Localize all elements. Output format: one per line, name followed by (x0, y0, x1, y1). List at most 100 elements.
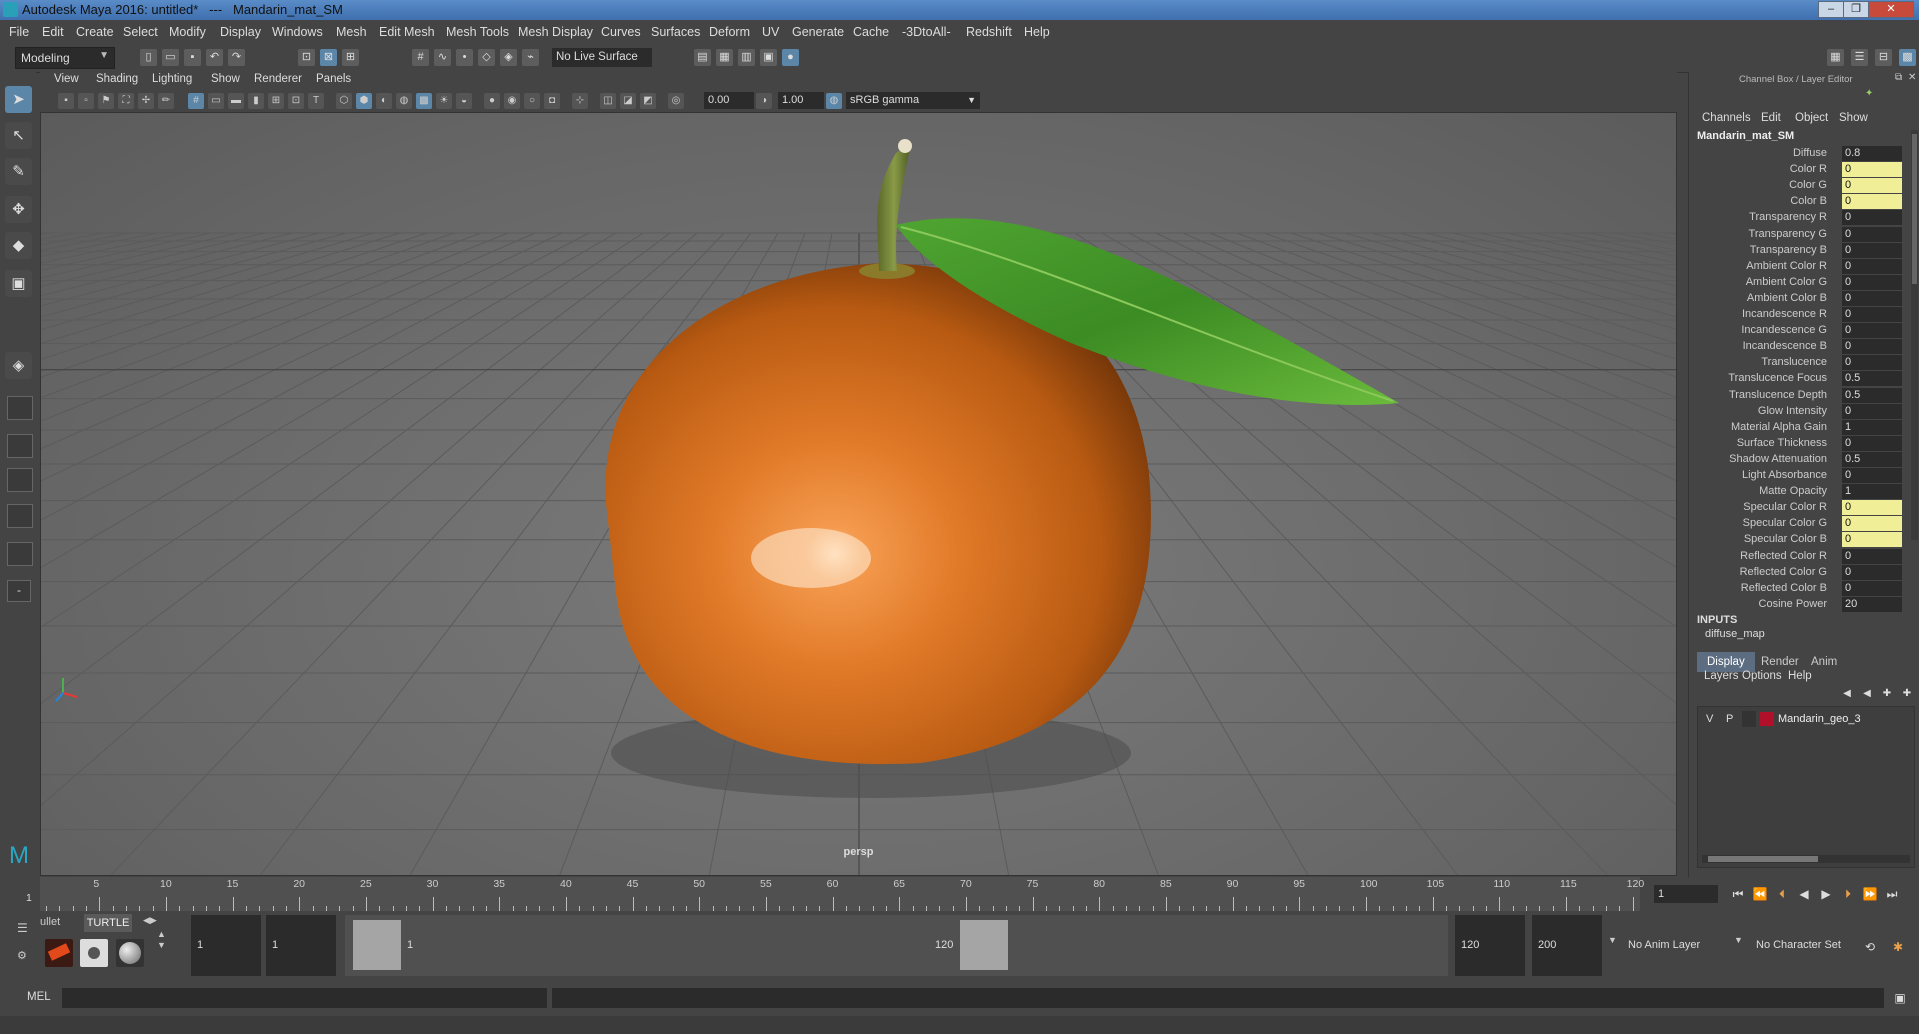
attribute-row[interactable]: Light Absorbance 0 (1689, 468, 1909, 484)
attribute-row[interactable]: Shadow Attenuation 0.5 (1689, 451, 1909, 468)
animation-start-field[interactable]: 1 (191, 915, 261, 976)
range-slider-track[interactable]: 1 120 (345, 915, 1448, 976)
move-layer-down-icon[interactable]: ◀ (1859, 686, 1875, 702)
attribute-row[interactable]: Incandescence B 0 (1689, 339, 1909, 355)
attribute-value-field[interactable]: 20 (1842, 596, 1902, 612)
attribute-row[interactable]: Material Alpha Gain 1 (1689, 419, 1909, 436)
scale-tool-icon[interactable]: ▣ (5, 270, 32, 297)
attribute-label[interactable]: Glow Intensity (1758, 405, 1827, 417)
snap-grid-icon[interactable]: # (412, 49, 429, 66)
two-d-pan-icon[interactable]: ✢ (138, 93, 154, 109)
redo-icon[interactable]: ↷ (228, 49, 245, 66)
snap-live-icon[interactable]: ◈ (500, 49, 517, 66)
rotate-tool-icon[interactable]: ◆ (5, 232, 32, 259)
channel-box-scrollbar[interactable] (1911, 130, 1918, 540)
attribute-label[interactable]: Translucence Depth (1729, 389, 1827, 401)
textured-icon[interactable]: ▩ (416, 93, 432, 109)
attribute-label[interactable]: Color G (1789, 179, 1827, 191)
cb-menu-edit[interactable]: Edit (1761, 112, 1781, 124)
attribute-value-field[interactable]: 0 (1842, 339, 1902, 355)
close-panel-icon[interactable]: ✕ (1908, 72, 1916, 83)
tab-anim[interactable]: Anim (1801, 652, 1847, 672)
attribute-label[interactable]: Diffuse (1793, 147, 1827, 159)
attribute-row[interactable]: Transparency B 0 (1689, 242, 1909, 259)
step-back-key-icon[interactable]: ⏪ (1752, 886, 1768, 902)
attribute-label[interactable]: Specular Color B (1744, 533, 1827, 545)
menu-cache[interactable]: Cache (853, 25, 889, 39)
attribute-value-field[interactable]: 0 (1842, 468, 1902, 483)
attribute-row[interactable]: Surface Thickness 0 (1689, 435, 1909, 452)
screen-space-ao-icon[interactable]: ● (484, 93, 500, 109)
attribute-label[interactable]: Color R (1790, 163, 1827, 175)
render-view-icon[interactable]: ▣ (760, 49, 777, 66)
menu-3dtoall[interactable]: -3DtoAll- (902, 25, 951, 39)
use-all-lights-icon[interactable]: ☀ (436, 93, 452, 109)
attribute-row[interactable]: Matte Opacity 1 (1689, 484, 1909, 500)
xray-joints-icon[interactable]: ◪ (620, 93, 636, 109)
step-forward-frame-icon[interactable]: ⏵ (1840, 886, 1856, 902)
menu-set-dropdown[interactable]: Modeling ▼ (15, 47, 115, 69)
attribute-label[interactable]: Translucence (1761, 356, 1827, 368)
attribute-row[interactable]: Transparency G 0 (1689, 226, 1909, 243)
paint-select-tool-icon[interactable]: ✎ (5, 158, 32, 185)
input-node[interactable]: diffuse_map (1705, 628, 1765, 640)
attribute-row[interactable]: Incandescence R 0 (1689, 307, 1909, 323)
attribute-value-field[interactable]: 0 (1842, 290, 1902, 306)
menu-mesh-display[interactable]: Mesh Display (518, 25, 593, 39)
play-forward-icon[interactable]: ▶ (1818, 886, 1834, 902)
attribute-value-field[interactable]: 0 (1842, 242, 1902, 258)
image-plane-icon[interactable]: ⛶ (118, 93, 134, 109)
attribute-label[interactable]: Ambient Color G (1746, 276, 1827, 288)
snap-point-icon[interactable]: • (456, 49, 473, 66)
resolution-gate-icon[interactable]: ▬ (228, 93, 244, 109)
time-ruler[interactable]: 5 10 15 20 25 30 35 40 45 50 55 60 65 70 75 80 85 90 95 100… (40, 877, 1644, 911)
attribute-label[interactable]: Incandescence G (1741, 324, 1827, 336)
go-to-start-icon[interactable]: ⏮ (1730, 886, 1746, 902)
turtle-surface-icon[interactable] (80, 939, 108, 967)
attribute-row[interactable]: Color B 0 (1689, 194, 1909, 210)
attribute-value-field[interactable]: 0 (1842, 564, 1902, 580)
tab-display[interactable]: Display (1697, 652, 1755, 672)
attribute-row[interactable]: Reflected Color G 0 (1689, 564, 1909, 581)
time-slider[interactable]: 1 5 10 15 20 25 30 35 40 45 50 55 60 65 70 75 80 85 90 95 1… (0, 877, 1919, 911)
attribute-row[interactable]: Cosine Power 20 (1689, 596, 1909, 613)
camera-attributes-icon[interactable]: ▫ (78, 93, 94, 109)
new-scene-icon[interactable]: ▯ (140, 49, 157, 66)
attribute-label[interactable]: Ambient Color R (1746, 260, 1827, 272)
attribute-label[interactable]: Transparency R (1749, 211, 1827, 223)
attribute-label[interactable]: Transparency G (1749, 228, 1827, 240)
attribute-label[interactable]: Transparency B (1750, 244, 1827, 256)
layer-name[interactable]: Mandarin_geo_3 (1778, 713, 1861, 725)
attribute-value-field[interactable]: 0.5 (1842, 371, 1902, 387)
menu-mesh-tools[interactable]: Mesh Tools (446, 25, 509, 39)
persp-graph-layout-icon[interactable] (7, 504, 33, 528)
shelf-tab-turtle[interactable]: TURTLE (84, 914, 132, 932)
cb-menu-show[interactable]: Show (1839, 112, 1868, 124)
persp-outliner-layout-icon[interactable] (7, 468, 33, 492)
hypershade-icon[interactable]: ● (782, 49, 799, 66)
attribute-value-field[interactable]: 1 (1842, 484, 1902, 500)
menu-select[interactable]: Select (123, 25, 158, 39)
range-end-handle[interactable] (960, 920, 1008, 970)
shelf-settings-icon[interactable]: ⚙ (17, 949, 27, 962)
character-set-dropdown[interactable]: No Character Set (1750, 915, 1860, 976)
attribute-row[interactable]: Glow Intensity 0 (1689, 403, 1909, 420)
two-view-layout-icon[interactable] (7, 434, 33, 458)
select-camera-icon[interactable]: ▪ (58, 93, 74, 109)
layer-playback-toggle[interactable]: P (1726, 713, 1733, 725)
playback-start-field[interactable]: 1 (266, 915, 336, 976)
shelf-scroll-left-icon[interactable]: ◀▶ (143, 915, 157, 926)
layer-visibility-toggle[interactable]: V (1706, 713, 1713, 725)
menu-redshift[interactable]: Redshift (966, 25, 1012, 39)
xray-icon[interactable]: ◫ (600, 93, 616, 109)
layer-display-type[interactable] (1742, 711, 1756, 727)
open-scene-icon[interactable]: ▭ (162, 49, 179, 66)
attribute-label[interactable]: Translucence Focus (1728, 372, 1827, 384)
attribute-label[interactable]: Color B (1790, 195, 1827, 207)
attribute-row[interactable]: Translucence 0 (1689, 355, 1909, 371)
attribute-editor-icon[interactable]: ☰ (1851, 49, 1868, 66)
shelf-scroll-arrows-icon[interactable]: ▲ ▼ (157, 929, 166, 951)
live-surface-field[interactable]: No Live Surface (552, 48, 652, 67)
lasso-tool-icon[interactable]: ↖ (5, 122, 32, 149)
viewport-menu-renderer[interactable]: Renderer (254, 73, 302, 85)
